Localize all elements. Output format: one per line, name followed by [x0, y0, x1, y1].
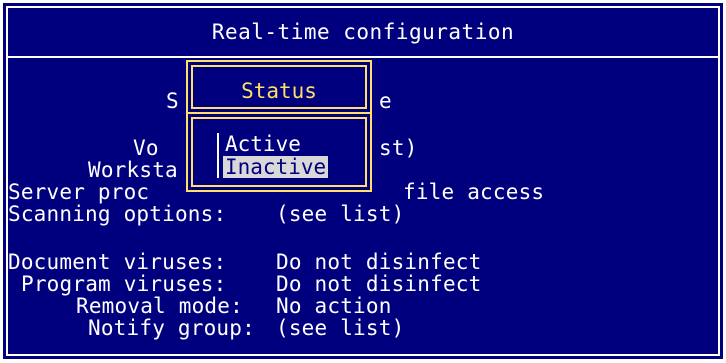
- removal-mode-label: Removal mode:: [76, 294, 243, 318]
- notify-group-label: Notify group:: [88, 316, 255, 340]
- window-title: Real-time configuration: [211, 20, 515, 44]
- document-viruses-value[interactable]: Do not disinfect: [276, 251, 482, 273]
- scanning-options-value[interactable]: (see list): [276, 203, 404, 225]
- list-scrollbar[interactable]: [217, 133, 219, 178]
- voice-label[interactable]: Vo: [133, 137, 159, 159]
- voice-value-fragment[interactable]: st): [379, 137, 418, 159]
- title-bar: Real-time configuration: [8, 8, 718, 58]
- removal-mode-value[interactable]: No action: [276, 295, 392, 317]
- status-options-list: Active Inactive: [186, 112, 372, 192]
- screen: Real-time configuration S e Vo st) Works…: [0, 0, 726, 363]
- status-popup-header: Status: [186, 60, 372, 114]
- document-viruses-label: Document viruses:: [8, 250, 227, 274]
- workstation-label[interactable]: Worksta: [88, 159, 178, 181]
- option-active[interactable]: Active: [223, 133, 303, 155]
- server-label[interactable]: Server proc: [8, 181, 149, 203]
- program-viruses-value[interactable]: Do not disinfect: [276, 273, 482, 295]
- status-options-frame: Active Inactive: [191, 117, 367, 187]
- status-value-fragment[interactable]: e: [379, 90, 392, 112]
- server-value-fragment[interactable]: file access: [403, 181, 544, 203]
- notify-group-value[interactable]: (see list): [276, 317, 404, 339]
- status-popup-title: Status: [241, 79, 317, 103]
- scanning-options-label: Scanning options:: [8, 202, 227, 226]
- status-label[interactable]: S: [166, 90, 179, 112]
- status-popup-frame: Status: [191, 65, 367, 109]
- option-inactive[interactable]: Inactive: [223, 156, 329, 178]
- program-viruses-label: Program viruses:: [21, 272, 227, 296]
